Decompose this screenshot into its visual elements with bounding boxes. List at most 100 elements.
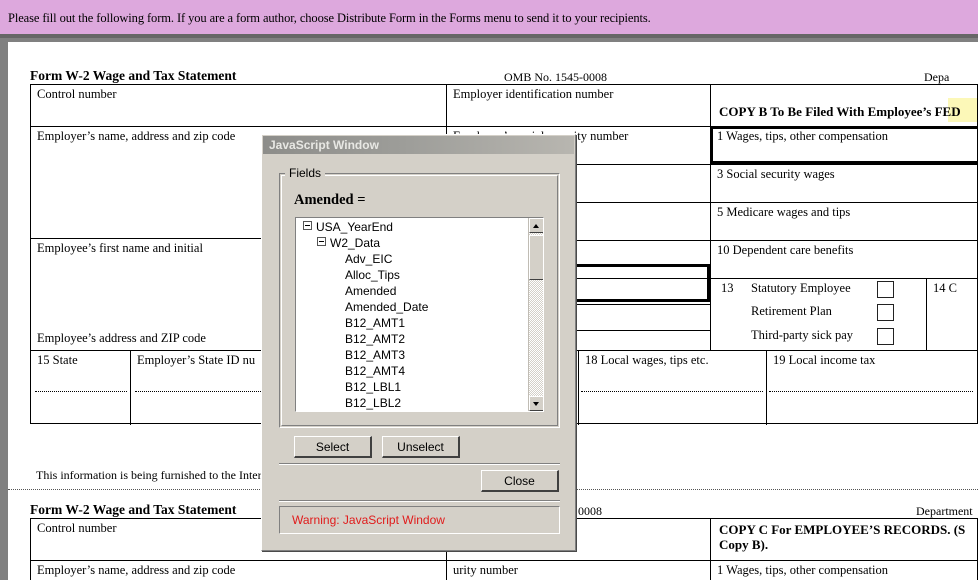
checkbox-statutory-employee[interactable] bbox=[877, 281, 894, 298]
field-tree-item-label: B12_AMT4 bbox=[345, 364, 405, 378]
scrollbar-thumb[interactable] bbox=[529, 235, 544, 280]
form1-cell-copy-notice: COPY B To Be Filed With Employee’s FED bbox=[711, 85, 977, 127]
form2-cell-employer-name[interactable]: Employer’s name, address and zip code bbox=[31, 561, 447, 580]
cell-text: Employee’s first name and initial bbox=[37, 241, 203, 256]
form2-omb-number: 0008 bbox=[578, 504, 602, 519]
field-tree-item[interactable]: B12_AMT4 bbox=[296, 362, 528, 378]
field-tree-item[interactable]: B12_LBL1 bbox=[296, 378, 528, 394]
cell-text: Control number bbox=[37, 521, 117, 536]
form1-cell-3-ss-wages[interactable]: 3 Social security wages bbox=[711, 165, 977, 203]
form2-cell-1-wages[interactable]: 1 Wages, tips, other compensation bbox=[711, 561, 977, 580]
form1-dotline-18 bbox=[581, 391, 763, 392]
field-tree-item-label: Amended_Date bbox=[345, 300, 428, 314]
field-tree-item[interactable]: Alloc_Tips bbox=[296, 266, 528, 282]
form2-title: Form W-2 Wage and Tax Statement bbox=[30, 502, 236, 518]
divider-above-close bbox=[279, 463, 560, 465]
form1-cell-control-number[interactable]: Control number bbox=[31, 85, 447, 127]
form1-cell-employer-ein[interactable]: Employer identification number bbox=[447, 85, 711, 127]
field-tree-item[interactable]: Adv_EIC bbox=[296, 250, 528, 266]
box13-item-third-party-sick-pay: Third-party sick pay bbox=[751, 328, 853, 343]
field-tree-item-label: B12_AMT3 bbox=[345, 348, 405, 362]
field-tree-item[interactable]: B12_LBL2 bbox=[296, 394, 528, 410]
form2-department: Department bbox=[916, 504, 973, 519]
cell-text: 14 C bbox=[933, 281, 957, 296]
warning-message: Warning: JavaScript Window bbox=[292, 513, 445, 527]
copy-notice-text: COPY B To Be Filed With Employee’s FED bbox=[719, 105, 977, 120]
triangle-down-icon bbox=[533, 402, 539, 406]
field-tree-scrollbar[interactable] bbox=[528, 218, 543, 411]
collapse-box-icon[interactable] bbox=[317, 237, 326, 246]
field-tree-item-label: B12_AMT1 bbox=[345, 316, 405, 330]
form1-cell-10-dependent-care[interactable]: 10 Dependent care benefits bbox=[711, 241, 977, 279]
field-tree-item-label: B12_LBL2 bbox=[345, 396, 401, 410]
form1-cell-14-other[interactable]: 14 C bbox=[927, 279, 977, 351]
cell-text: 5 Medicare wages and tips bbox=[717, 205, 850, 220]
cell-text: 18 Local wages, tips etc. bbox=[585, 353, 709, 368]
form1-cell-15-state[interactable]: 15 State bbox=[31, 351, 131, 425]
field-tree-item-label: USA_YearEnd bbox=[316, 220, 393, 234]
form-notification-banner: Please fill out the following form. If y… bbox=[0, 0, 978, 38]
field-tree-item[interactable]: Amended_Date bbox=[296, 298, 528, 314]
cell-text: Employer’s name, address and zip code bbox=[37, 563, 235, 578]
scroll-down-arrow-icon[interactable] bbox=[529, 396, 544, 411]
form2-cell-copy-notice: COPY C For EMPLOYEE’S RECORDS. (S Copy B… bbox=[711, 519, 977, 561]
field-tree-rows: USA_YearEnd W2_Data Adv_EIC Alloc_Tips Amend… bbox=[296, 218, 528, 411]
application-window: Please fill out the following form. If y… bbox=[0, 0, 978, 580]
scroll-up-arrow-icon[interactable] bbox=[529, 218, 544, 233]
form1-department: Depa bbox=[924, 70, 949, 85]
field-tree-listbox[interactable]: USA_YearEnd W2_Data Adv_EIC Alloc_Tips Amend… bbox=[295, 217, 544, 412]
cell-text: urity number bbox=[453, 563, 518, 578]
field-tree-item-label: B12_AMT2 bbox=[345, 332, 405, 346]
fields-group-legend: Fields bbox=[285, 166, 325, 180]
cell-text: Employer’s name, address and zip code bbox=[37, 129, 235, 144]
field-tree-item[interactable]: USA_YearEnd bbox=[296, 218, 528, 234]
collapse-box-icon[interactable] bbox=[303, 221, 312, 230]
cell-text: Employer identification number bbox=[453, 87, 613, 102]
box13-item-statutory-employee: Statutory Employee bbox=[751, 281, 851, 296]
dialog-title-bar[interactable]: JavaScript Window bbox=[263, 136, 574, 154]
triangle-up-icon bbox=[533, 224, 539, 228]
banner-message: Please fill out the following form. If y… bbox=[8, 11, 651, 26]
divider-above-warning bbox=[279, 500, 560, 502]
form1-cell-13-statutory: 13 Statutory Employee Retirement Plan Th… bbox=[711, 279, 927, 351]
form1-omb-number: OMB No. 1545-0008 bbox=[504, 70, 607, 85]
field-tree-item[interactable]: W2_Data bbox=[296, 234, 528, 250]
form1-footnote: This information is being furnished to t… bbox=[36, 468, 273, 483]
field-tree-item-label: Adv_EIC bbox=[345, 252, 392, 266]
checkbox-third-party-sick-pay[interactable] bbox=[877, 328, 894, 345]
field-tree-item-label: B12_LBL1 bbox=[345, 380, 401, 394]
cell-text: Employer’s State ID nu bbox=[137, 353, 255, 368]
form1-cell-5-medicare[interactable]: 5 Medicare wages and tips bbox=[711, 203, 977, 241]
cell-text: 1 Wages, tips, other compensation bbox=[717, 563, 888, 578]
box13-number: 13 bbox=[721, 281, 734, 296]
field-tree-item-label: Alloc_Tips bbox=[345, 268, 400, 282]
form1-cell-18-local-wages[interactable]: 18 Local wages, tips etc. bbox=[579, 351, 767, 425]
cell-text: Control number bbox=[37, 87, 117, 102]
form2-cell-employee-ssn[interactable]: urity number bbox=[447, 561, 711, 580]
close-button[interactable]: Close bbox=[481, 470, 559, 492]
box13-item-retirement-plan: Retirement Plan bbox=[751, 304, 832, 319]
checkbox-retirement-plan[interactable] bbox=[877, 304, 894, 321]
form1-cell-employee-address: Employee’s address and ZIP code bbox=[37, 331, 206, 346]
copy-notice-text: COPY C For EMPLOYEE’S RECORDS. (S Copy B… bbox=[719, 523, 977, 552]
dialog-title: JavaScript Window bbox=[269, 138, 379, 152]
select-button[interactable]: Select bbox=[294, 436, 372, 458]
field-tree-item[interactable]: B12_AMT3 bbox=[296, 346, 528, 362]
field-tree-item[interactable]: B12_AMT1 bbox=[296, 314, 528, 330]
field-tree-item[interactable]: B12_AMT2 bbox=[296, 330, 528, 346]
field-tree-item[interactable]: Amended bbox=[296, 282, 528, 298]
expression-label: Amended = bbox=[294, 192, 366, 209]
field-tree-item-label: Amended bbox=[345, 284, 396, 298]
form1-highlight-box-1-wages[interactable] bbox=[710, 126, 978, 164]
field-tree-item-label: W2_Data bbox=[330, 236, 380, 250]
unselect-button[interactable]: Unselect bbox=[382, 436, 460, 458]
cell-text: 15 State bbox=[37, 353, 78, 368]
form1-dotline-19 bbox=[769, 391, 973, 392]
cell-text: 19 Local income tax bbox=[773, 353, 875, 368]
cell-text: 3 Social security wages bbox=[717, 167, 835, 182]
form1-title: Form W-2 Wage and Tax Statement bbox=[30, 68, 236, 84]
cell-text: 10 Dependent care benefits bbox=[717, 243, 853, 258]
javascript-window-dialog[interactable]: JavaScript Window Fields Amended = USA_Y… bbox=[261, 134, 576, 551]
form1-cell-19-local-income-tax[interactable]: 19 Local income tax bbox=[767, 351, 977, 425]
form1-dotline-state bbox=[35, 391, 127, 392]
